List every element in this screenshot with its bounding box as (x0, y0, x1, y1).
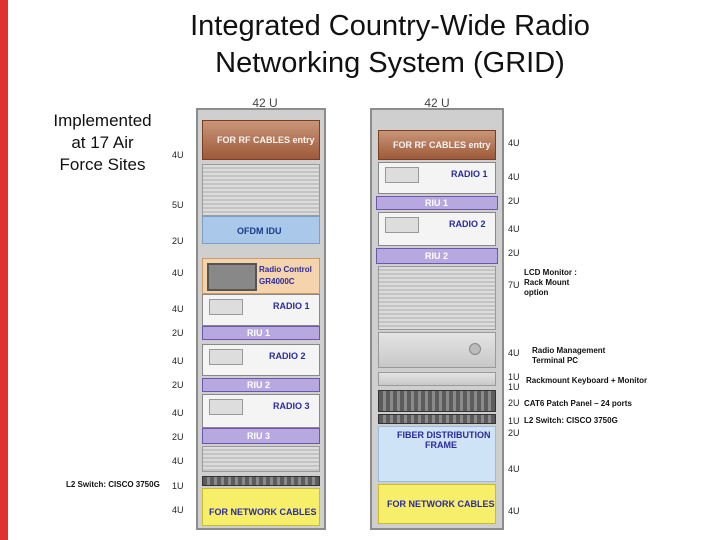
title-line-2: Networking System (GRID) (215, 47, 565, 79)
note-line-2: at 17 Air (71, 133, 134, 152)
patch-panel-note: CAT6 Patch Panel – 24 ports (524, 399, 632, 408)
right-management-pc (378, 332, 496, 368)
right-patch-panel (378, 390, 496, 412)
right-u-label: 4U (508, 138, 520, 148)
left-u-label: 4U (172, 356, 184, 366)
left-blank-panel-2 (202, 446, 320, 472)
right-u-label: 7U (508, 280, 520, 290)
left-radio-3: RADIO 3 (202, 394, 320, 428)
right-u-label: 2U (508, 248, 520, 258)
title-line-1: Integrated Country-Wide Radio (190, 10, 590, 42)
left-radio-2: RADIO 2 (202, 344, 320, 376)
radio-front-panel (385, 217, 419, 233)
management-pc-note: Radio Management Terminal PC (532, 346, 606, 365)
radio-front-panel (209, 349, 243, 365)
right-u-label: 4U (508, 172, 520, 182)
accent-bar (0, 0, 8, 540)
right-u-label: 1U (508, 372, 520, 382)
right-u-label: 2U (508, 196, 520, 206)
left-u-label: 4U (172, 408, 184, 418)
left-u-label: 2U (172, 328, 184, 338)
right-u-label: 4U (508, 464, 520, 474)
left-u-label: 4U (172, 304, 184, 314)
right-network-cables: FOR NETWORK CABLES (378, 484, 496, 524)
left-u-label: 2U (172, 432, 184, 442)
right-lcd-monitor (378, 266, 496, 330)
right-radio-1: RADIO 1 (378, 162, 496, 194)
left-rack: FOR RF CABLES entry OFDM IDU Radio Contr… (196, 108, 326, 530)
left-switch-note: L2 Switch: CISCO 3750G (66, 480, 160, 489)
page-title: Integrated Country-Wide Radio Networking… (90, 8, 690, 82)
right-u-label: 4U (508, 506, 520, 516)
left-riu-1: RIU 1 (202, 326, 320, 340)
left-u-label: 4U (172, 268, 184, 278)
left-radio-control: Radio Control GR4000C (202, 258, 320, 294)
left-u-label: 2U (172, 380, 184, 390)
left-riu-3: RIU 3 (202, 428, 320, 444)
right-u-label: 2U (508, 398, 520, 408)
switch-note: L2 Switch: CISCO 3750G (524, 416, 618, 425)
left-u-label: 4U (172, 456, 184, 466)
right-u-label: 4U (508, 348, 520, 358)
radio-front-panel (209, 299, 243, 315)
left-network-cables: FOR NETWORK CABLES (202, 488, 320, 526)
left-ofdm-idu: OFDM IDU (202, 216, 320, 244)
left-riu-2: RIU 2 (202, 378, 320, 392)
note-line-3: Force Sites (59, 155, 146, 174)
left-u-label: 1U (172, 481, 184, 491)
left-u-label: 5U (172, 200, 184, 210)
right-fiber-frame: FIBER DISTRIBUTION FRAME (378, 426, 496, 482)
right-riu-1: RIU 1 (376, 196, 498, 210)
right-u-label: 1U (508, 416, 520, 426)
left-radio-1: RADIO 1 (202, 294, 320, 326)
right-radio-2: RADIO 2 (378, 212, 496, 246)
power-button-icon (469, 343, 481, 355)
left-rf-entry: FOR RF CABLES entry (202, 120, 320, 160)
left-u-label: 2U (172, 236, 184, 246)
radio-control-screen (207, 263, 257, 291)
radio-front-panel (209, 399, 243, 415)
keyboard-note: Rackmount Keyboard + Monitor (526, 376, 648, 385)
site-note: Implemented at 17 Air Force Sites (30, 110, 175, 176)
right-l2-switch (378, 414, 496, 424)
right-keyboard-drawer (378, 372, 496, 386)
left-u-label: 4U (172, 150, 184, 160)
left-l2-switch (202, 476, 320, 486)
left-u-label: 4U (172, 505, 184, 515)
radio-front-panel (385, 167, 419, 183)
note-line-1: Implemented (53, 111, 152, 130)
left-blank-panel (202, 164, 320, 216)
right-u-label: 1U (508, 382, 520, 392)
right-u-label: 2U (508, 428, 520, 438)
right-riu-2: RIU 2 (376, 248, 498, 264)
right-rack: FOR RF CABLES entry RADIO 1 RIU 1 RADIO … (370, 108, 504, 530)
lcd-monitor-note: LCD Monitor : Rack Mount option (524, 268, 577, 297)
right-rf-entry: FOR RF CABLES entry (378, 130, 496, 160)
right-u-label: 4U (508, 224, 520, 234)
